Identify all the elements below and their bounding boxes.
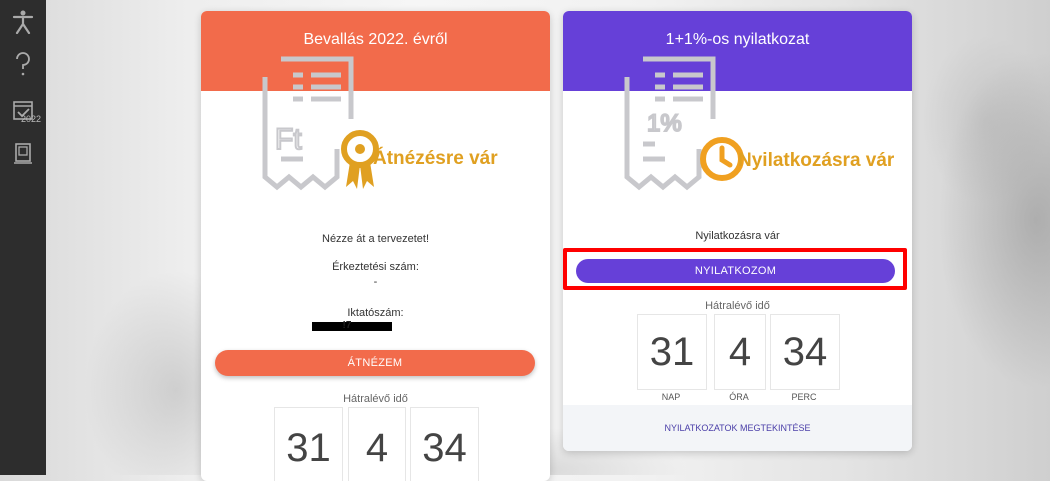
days-unit-label: NAP [661,392,681,402]
document-clock-icon: 1% [624,56,744,191]
tax-status: Átnézésre vár [373,148,498,169]
tax-countdown-days: 31 [274,407,343,481]
tax-document-award-icon: Ft [262,56,379,191]
declaration-title: 1+1%-os nyilatkozat [665,31,810,48]
tax-countdown-hours: 4 [348,407,406,481]
document-icon[interactable] [9,140,37,168]
declaration-countdown-days: 31 [637,314,707,390]
calendar-check-icon[interactable]: 2022 [9,96,41,124]
declaration-icon-text: 1% [647,110,682,137]
tax-subtitle: Nézze át a tervezetet! [322,233,429,245]
declaration-remaining-time-label: Hátralévő idő [705,300,770,312]
review-button[interactable]: ÁTNÉZEM [215,350,535,376]
minutes-unit-label: PERC [791,392,817,402]
accessibility-icon[interactable] [9,8,37,36]
help-icon[interactable] [9,50,37,78]
declaration-countdown-minutes: 34 [770,314,840,390]
tax-icon-text: Ft [275,123,302,156]
arrival-number-label: Érkeztetési szám: [332,261,419,273]
sidebar-year-label: 2022 [20,114,41,124]
declaration-status: Nyilatkozásra vár [738,150,895,171]
tax-countdown-minutes: 34 [410,407,479,481]
declaration-subtitle: Nyilatkozásra vár [695,230,780,242]
filing-number-suffix: !7 [342,320,352,331]
tax-return-title: Bevallás 2022. évről [303,31,448,48]
red-highlight-box [563,248,907,290]
sidebar: 2022 [0,0,46,475]
tax-remaining-time-label: Hátralévő idő [343,393,408,405]
view-declarations-link[interactable]: NYILATKOZATOK MEGTEKINTÉSE [563,405,912,451]
declaration-card: 1+1%-os nyilatkozat 1% Nyilatkozásra vár… [563,11,912,451]
tax-return-card: Bevallás 2022. évről Ft Átnézésre vár Né… [201,11,550,481]
arrival-number-value: - [373,276,378,288]
declaration-countdown-hours: 4 [714,314,766,390]
hours-unit-label: ÓRA [729,392,749,402]
filing-number-label: Iktatószám: [347,307,404,319]
